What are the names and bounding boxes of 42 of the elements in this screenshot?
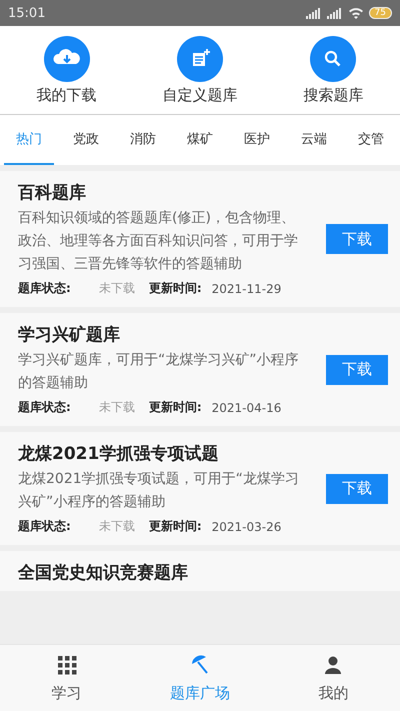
nav-tab[interactable]: 我的 — [273, 645, 394, 711]
category-tab[interactable]: 煤矿 — [175, 115, 225, 165]
status-value: 未下载 — [98, 280, 135, 297]
bank-title: 全国党史知识竞赛题库 — [18, 562, 189, 584]
shortcut-button[interactable]: 我的下载 — [6, 36, 127, 105]
download-button[interactable]: 下载 — [326, 224, 388, 254]
update-label: 更新时间: — [148, 399, 202, 416]
wifi-icon — [348, 7, 364, 19]
update-date: 2021-11-29 — [212, 282, 282, 296]
category-tab[interactable]: 消防 — [118, 115, 168, 165]
status-value: 未下载 — [98, 518, 135, 535]
status-label: 题库状态: — [18, 399, 71, 416]
clock: 15:01 — [8, 6, 46, 20]
update-date: 2021-03-26 — [212, 520, 282, 534]
bank-description: 百科知识领域的答题题库(修正)，包含物理、政治、地理等各方面百科知识问答，可用于学习强国、三晋先锋等软件的答题辅助 — [18, 209, 299, 274]
bank-title: 学习兴矿题库 — [18, 324, 121, 346]
battery-level: 75 — [368, 7, 392, 19]
category-tab[interactable]: 医护 — [232, 115, 282, 165]
download-button[interactable]: 下载 — [326, 354, 388, 384]
bank-title: 百科题库 — [18, 182, 87, 204]
update-date: 2021-04-16 — [212, 400, 282, 414]
signal-icon — [306, 8, 322, 18]
shortcut-button[interactable]: 自定义题库 — [140, 36, 260, 105]
update-label: 更新时间: — [148, 518, 202, 535]
grid-icon — [56, 654, 78, 676]
category-tab[interactable]: 党政 — [61, 115, 111, 165]
bank-title: 龙煤2021学抓强专项试题 — [18, 443, 220, 465]
search-icon — [310, 36, 356, 82]
status-value: 未下载 — [98, 399, 135, 416]
shortcut-button[interactable]: 搜索题库 — [273, 36, 394, 105]
update-label: 更新时间: — [148, 280, 202, 297]
add-note-icon — [176, 36, 223, 82]
signal-icon — [326, 8, 343, 18]
bank-description: 学习兴矿题库，可用于“龙煤学习兴矿”小程序的答题辅助 — [18, 351, 300, 393]
status-label: 题库状态: — [18, 280, 71, 297]
cloud-download-icon — [44, 36, 90, 82]
category-tab[interactable]: 云端 — [289, 115, 339, 165]
bank-description: 龙煤2021学抓强专项试题，可用于“龙煤学习兴矿”小程序的答题辅助 — [18, 470, 300, 512]
nav-tab[interactable]: 学习 — [6, 645, 127, 711]
status-label: 题库状态: — [18, 518, 71, 535]
category-tab[interactable]: 交管 — [346, 115, 396, 165]
download-button[interactable]: 下载 — [326, 474, 388, 504]
